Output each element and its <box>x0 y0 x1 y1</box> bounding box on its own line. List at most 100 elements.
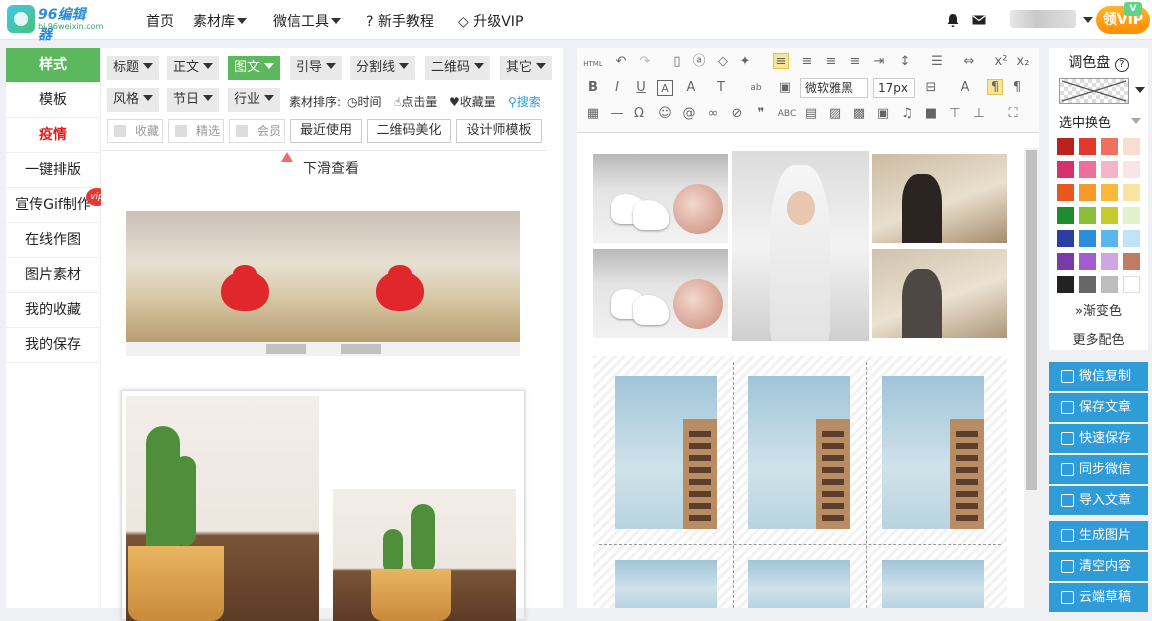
color-swatch[interactable] <box>1123 276 1140 293</box>
align-right-icon[interactable]: ≡ <box>823 54 839 70</box>
qr-beautify-button[interactable]: 二维码美化 <box>367 119 451 143</box>
color-swatch[interactable] <box>1079 230 1096 247</box>
font-size-select[interactable]: 17px <box>873 78 915 98</box>
video-icon[interactable]: ■ <box>923 106 939 122</box>
recent-button[interactable]: 最近使用 <box>290 119 362 143</box>
border-text-icon[interactable]: A <box>657 80 673 96</box>
horizontal-rule-icon[interactable]: — <box>609 106 625 122</box>
sort-favorites[interactable]: ♥收藏量 <box>449 93 496 110</box>
color-swatch[interactable] <box>1101 230 1118 247</box>
filter-image-text[interactable]: 图文 <box>228 56 281 80</box>
color-swatch[interactable] <box>1101 253 1118 270</box>
import-article-button[interactable]: 导入文章 <box>1049 486 1148 515</box>
filter-other[interactable]: 其它 <box>500 56 553 80</box>
line-height-icon[interactable]: ↕ <box>897 54 913 70</box>
couple-image-2[interactable] <box>872 249 1007 338</box>
search-link[interactable]: ⚲搜索 <box>508 93 541 110</box>
color-swatch[interactable] <box>1101 138 1118 155</box>
font-color-icon[interactable]: A <box>683 80 699 96</box>
align-left-icon[interactable]: ≡ <box>773 53 789 69</box>
link-icon[interactable]: ∞ <box>705 106 721 122</box>
color-swatch[interactable] <box>1079 184 1096 201</box>
wedding-shoes-image-2[interactable] <box>593 249 728 338</box>
couple-image[interactable] <box>872 154 1007 243</box>
sidebar-item-template[interactable]: 模板 <box>6 83 100 118</box>
new-doc-icon[interactable]: ▯ <box>669 54 685 70</box>
sort-clicks[interactable]: ☝点击量 <box>394 93 437 110</box>
nav-wechat-tools[interactable]: 微信工具 <box>273 11 341 31</box>
unlink-icon[interactable]: ⊘ <box>729 106 745 122</box>
editor-canvas[interactable] <box>577 134 1024 608</box>
text-background-icon[interactable]: ab <box>745 80 767 96</box>
nav-materials[interactable]: 素材库 <box>193 11 247 31</box>
align-justify-icon[interactable]: ≡ <box>847 54 863 70</box>
chevron-down-icon[interactable] <box>1083 17 1093 23</box>
nav-tutorial[interactable]: ? 新手教程 <box>366 11 434 31</box>
filter-style[interactable]: 风格 <box>107 88 160 112</box>
text-style-icon[interactable]: T <box>713 80 729 96</box>
image-icon[interactable]: ▣ <box>777 80 793 96</box>
bold-icon[interactable]: B <box>585 80 601 96</box>
eraser-icon[interactable]: ◇ <box>715 54 731 70</box>
ltr-icon[interactable]: ¶ <box>1009 80 1025 96</box>
sidebar-item-image-materials[interactable]: 图片素材 <box>6 258 100 293</box>
filter-festival[interactable]: 节日 <box>167 88 220 112</box>
filter-body[interactable]: 正文 <box>167 56 220 80</box>
sidebar-item-my-favorites[interactable]: 我的收藏 <box>6 293 100 328</box>
insert-image-icon[interactable]: ▨ <box>827 106 843 122</box>
bride-image[interactable] <box>732 151 869 341</box>
redo-icon[interactable]: ↷ <box>637 54 653 70</box>
rtl-icon[interactable]: ¶ <box>987 79 1003 95</box>
filter-title[interactable]: 标题 <box>107 56 160 80</box>
filter-divider[interactable]: 分割线 <box>350 56 416 80</box>
designer-template-button[interactable]: 设计师模板 <box>456 119 542 143</box>
color-swatch[interactable] <box>1079 207 1096 224</box>
logo[interactable]: 96编辑器 bj.96weixin.com <box>7 5 103 43</box>
color-swatch[interactable] <box>1101 184 1118 201</box>
text-case-icon[interactable]: A <box>957 80 973 96</box>
nav-upgrade[interactable]: ◇ 升级VIP <box>458 11 523 31</box>
select-all-icon[interactable]: ⓐ <box>691 54 707 70</box>
letter-spacing-icon[interactable]: ⇔ <box>961 54 977 70</box>
image-frame-icon[interactable]: ▣ <box>875 106 891 122</box>
filter-guide[interactable]: 引导 <box>290 56 343 80</box>
filter-industry[interactable]: 行业 <box>228 88 281 112</box>
sidebar-item-online-design[interactable]: 在线作图 <box>6 223 100 258</box>
mail-icon[interactable] <box>972 13 986 27</box>
color-swatch[interactable] <box>1057 207 1074 224</box>
sidebar-item-style[interactable]: 样式 <box>6 48 100 83</box>
italic-icon[interactable]: I <box>609 80 625 96</box>
image-gallery-icon[interactable]: ▩ <box>851 106 867 122</box>
color-swatch[interactable] <box>1057 161 1074 178</box>
more-colors-link[interactable]: 更多配色 <box>1049 329 1148 348</box>
superscript-icon[interactable]: x² <box>993 54 1009 70</box>
emoji-icon[interactable]: ☺ <box>657 106 673 122</box>
check-favorites[interactable]: 收藏 <box>107 119 163 143</box>
color-swatch[interactable] <box>1123 161 1140 178</box>
check-picked[interactable]: 精选 <box>168 119 224 143</box>
avatar[interactable] <box>1010 10 1076 28</box>
color-swatch[interactable] <box>1101 276 1118 293</box>
wechat-copy-button[interactable]: 微信复制 <box>1049 362 1148 391</box>
clear-content-button[interactable]: 清空内容 <box>1049 552 1148 581</box>
color-swatch[interactable] <box>1079 138 1096 155</box>
underline-icon[interactable]: U <box>633 80 649 96</box>
spellcheck-icon[interactable]: ABC <box>777 106 797 122</box>
vip-badge[interactable]: 领VIP V <box>1096 2 1150 34</box>
paragraph-spacing-icon[interactable]: ☰ <box>929 54 945 70</box>
editor-scrollbar[interactable] <box>1024 148 1039 608</box>
help-icon[interactable]: ? <box>1114 58 1129 72</box>
table-icon[interactable]: ▦ <box>585 106 601 122</box>
color-swatch[interactable] <box>1101 207 1118 224</box>
wedding-shoes-image[interactable] <box>593 154 728 243</box>
filter-qrcode[interactable]: 二维码 <box>425 56 491 80</box>
nav-home[interactable]: 首页 <box>146 11 174 31</box>
color-swatch[interactable] <box>1123 138 1140 155</box>
color-swatch[interactable] <box>1101 161 1118 178</box>
sidebar-item-epidemic[interactable]: 疫情 <box>6 118 100 153</box>
check-member[interactable]: 会员 <box>229 119 285 143</box>
magic-wand-icon[interactable]: ✦ <box>737 54 753 70</box>
chevron-down-icon[interactable] <box>1131 118 1141 124</box>
color-swatch[interactable] <box>1057 230 1074 247</box>
color-swatch[interactable] <box>1079 253 1096 270</box>
